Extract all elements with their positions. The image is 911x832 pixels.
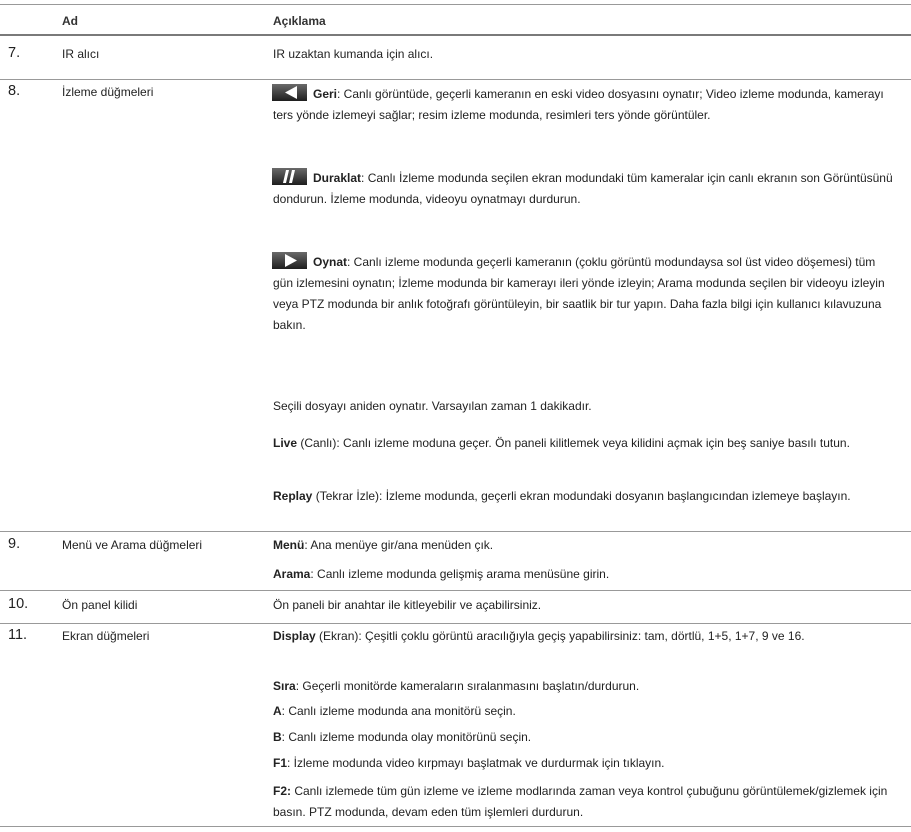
- item-f1: F1: İzleme modunda video kırpmayı başlat…: [273, 753, 897, 774]
- row-name: Ön panel kilidi: [62, 598, 138, 612]
- term: Menü: [273, 538, 305, 552]
- item-text: (Canlı): Canlı izleme moduna geçer. Ön p…: [297, 436, 850, 450]
- item-f2: F2: Canlı izlemede tüm gün izleme ve izl…: [273, 781, 897, 823]
- row-number: 11.: [8, 627, 28, 643]
- row-name: Menü ve Arama düğmeleri: [62, 538, 203, 552]
- row-description: Ön paneli bir anahtar ile kitleyebilir v…: [273, 598, 542, 612]
- item-text: : Ana menüye gir/ana menüden çık.: [304, 538, 494, 552]
- term: F1: [273, 756, 288, 770]
- play-icon: [272, 252, 307, 269]
- item-rewind: Geri: Canlı görüntüde, geçerli kameranın…: [272, 84, 897, 126]
- item-instant-play: Seçili dosyayı aniden oynatır. Varsayıla…: [273, 396, 897, 417]
- pause-icon: [272, 168, 307, 185]
- row-name: İzleme düğmeleri: [62, 85, 154, 99]
- item-b: B: Canlı izleme modunda olay monitörünü …: [273, 727, 897, 748]
- column-header-name: Ad: [62, 14, 78, 28]
- item-text: : Canlı görüntüde, geçerli kameranın en …: [273, 87, 884, 122]
- header-rule: [0, 34, 911, 36]
- item-text: : Canlı izleme modunda ana monitörü seçi…: [281, 704, 516, 718]
- item-display: Display (Ekran): Çeşitli çoklu görüntü a…: [273, 626, 897, 647]
- term: Arama: [273, 567, 311, 581]
- row-description: IR uzaktan kumanda için alıcı.: [273, 47, 434, 61]
- item-pause: Duraklat: Canlı İzleme modunda seçilen e…: [272, 168, 897, 210]
- item-search: Arama: Canlı izleme modunda gelişmiş ara…: [273, 564, 897, 585]
- term: Replay: [273, 489, 313, 503]
- table-top-rule: [0, 4, 911, 5]
- row-rule: [0, 623, 911, 624]
- row-rule: [0, 79, 911, 80]
- row-rule: [0, 531, 911, 532]
- rewind-icon: [272, 84, 307, 101]
- row-number: 10.: [8, 596, 29, 612]
- term: Oynat: [313, 255, 348, 269]
- item-sequence: Sıra: Geçerli monitörde kameraların sıra…: [273, 676, 897, 697]
- manual-page: { "header": {"col_name": "Ad", "col_desc…: [0, 0, 911, 832]
- item-play: Oynat: Canlı izleme modunda geçerli kame…: [272, 252, 897, 336]
- item-live: Live (Canlı): Canlı izleme moduna geçer.…: [273, 433, 897, 454]
- row-number: 9.: [8, 536, 21, 552]
- item-text: (Tekrar İzle): İzleme modunda, geçerli e…: [312, 489, 851, 503]
- item-replay: Replay (Tekrar İzle): İzleme modunda, ge…: [273, 486, 897, 507]
- table-bottom-rule: [0, 826, 911, 827]
- term: Display: [273, 629, 316, 643]
- item-text: Canlı izlemede tüm gün izleme ve izleme …: [273, 784, 888, 819]
- term: Geri: [313, 87, 338, 101]
- item-text: : İzleme modunda video kırpmayı başlatma…: [287, 756, 665, 770]
- term: Sıra: [273, 679, 296, 693]
- item-text: : Canlı izleme modunda gelişmiş arama me…: [310, 567, 610, 581]
- item-text: : Canlı İzleme modunda seçilen ekran mod…: [273, 171, 893, 206]
- term: B: [273, 730, 282, 744]
- row-name: Ekran düğmeleri: [62, 629, 150, 643]
- item-a: A: Canlı izleme modunda ana monitörü seç…: [273, 701, 897, 722]
- term: A: [273, 704, 282, 718]
- row-number: 7.: [8, 45, 21, 61]
- term: Live: [273, 436, 298, 450]
- item-menu: Menü: Ana menüye gir/ana menüden çık.: [273, 535, 897, 556]
- term: Duraklat: [313, 171, 362, 185]
- row-name: IR alıcı: [62, 47, 100, 61]
- item-text: (Ekran): Çeşitli çoklu görüntü aracılığı…: [315, 629, 805, 643]
- row-rule: [0, 590, 911, 591]
- term: F2:: [273, 784, 291, 798]
- column-header-description: Açıklama: [273, 14, 326, 28]
- row-number: 8.: [8, 83, 21, 99]
- item-text: Seçili dosyayı aniden oynatır. Varsayıla…: [273, 399, 592, 413]
- item-text: : Geçerli monitörde kameraların sıralanm…: [295, 679, 640, 693]
- item-text: : Canlı izleme modunda geçerli kameranın…: [273, 255, 885, 332]
- item-text: : Canlı izleme modunda olay monitörünü s…: [281, 730, 532, 744]
